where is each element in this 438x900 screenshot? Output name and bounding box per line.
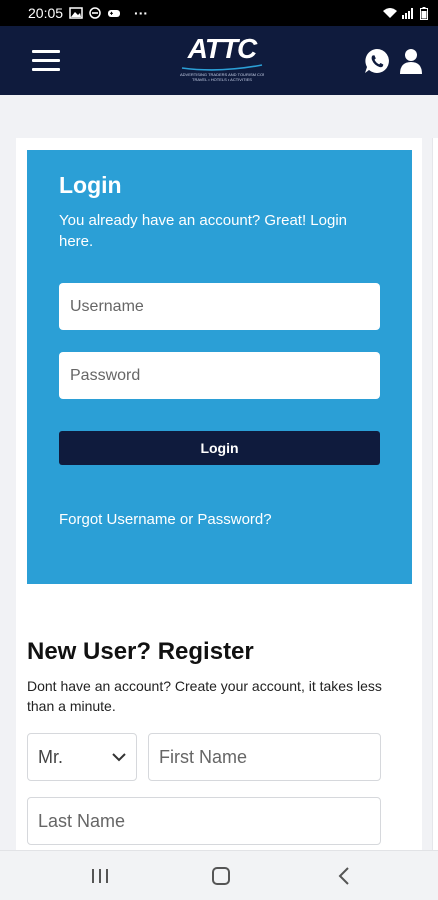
do-not-disturb-icon <box>89 7 101 19</box>
chevron-down-icon <box>112 752 126 761</box>
android-nav-bar <box>0 850 438 900</box>
first-name-input[interactable] <box>148 733 381 781</box>
menu-icon[interactable] <box>32 50 60 72</box>
more-notifications-icon: ··· <box>134 5 149 21</box>
page-content: Login You already have an account? Great… <box>0 95 438 850</box>
login-subtitle: You already have an account? Great! Logi… <box>59 212 347 250</box>
logo-tagline-secondary: TRAVEL • HOTELS • ACTIVITIES <box>192 77 252 82</box>
login-title: Login <box>59 172 122 198</box>
attc-logo[interactable]: ATTC ADVERTISING TRADERS AND TOURISM COM… <box>180 34 264 88</box>
password-input[interactable] <box>59 352 380 399</box>
gamepad-icon <box>108 10 121 17</box>
user-account-icon[interactable] <box>400 48 422 74</box>
logo-text: ATTC <box>187 33 258 64</box>
wifi-icon <box>383 8 397 18</box>
next-card-edge <box>432 138 438 850</box>
login-button[interactable]: Login <box>59 431 380 465</box>
register-subtitle: Dont have an account? Create your accoun… <box>27 678 382 714</box>
status-notification-icons: ··· <box>69 5 148 21</box>
salutation-value: Mr. <box>38 746 63 767</box>
status-system-icons <box>382 6 428 20</box>
username-input[interactable] <box>59 283 380 330</box>
status-time: 20:05 <box>28 5 64 21</box>
home-icon[interactable] <box>209 865 233 887</box>
logo-swoosh-icon <box>181 64 263 71</box>
login-panel: Login You already have an account? Great… <box>27 150 412 584</box>
app-header: ATTC ADVERTISING TRADERS AND TOURISM COM… <box>0 26 438 95</box>
forgot-credentials-link[interactable]: Forgot Username or Password? <box>59 511 272 528</box>
back-icon[interactable] <box>333 865 357 887</box>
gallery-icon <box>69 7 83 19</box>
recent-apps-icon[interactable] <box>88 865 112 887</box>
last-name-input[interactable] <box>27 797 381 845</box>
signal-icon <box>402 8 413 19</box>
battery-icon <box>420 6 428 20</box>
register-title: New User? Register <box>27 638 254 665</box>
status-bar: 20:05 ··· <box>0 0 438 26</box>
salutation-select[interactable]: Mr. <box>27 733 137 781</box>
whatsapp-icon[interactable] <box>364 48 390 74</box>
